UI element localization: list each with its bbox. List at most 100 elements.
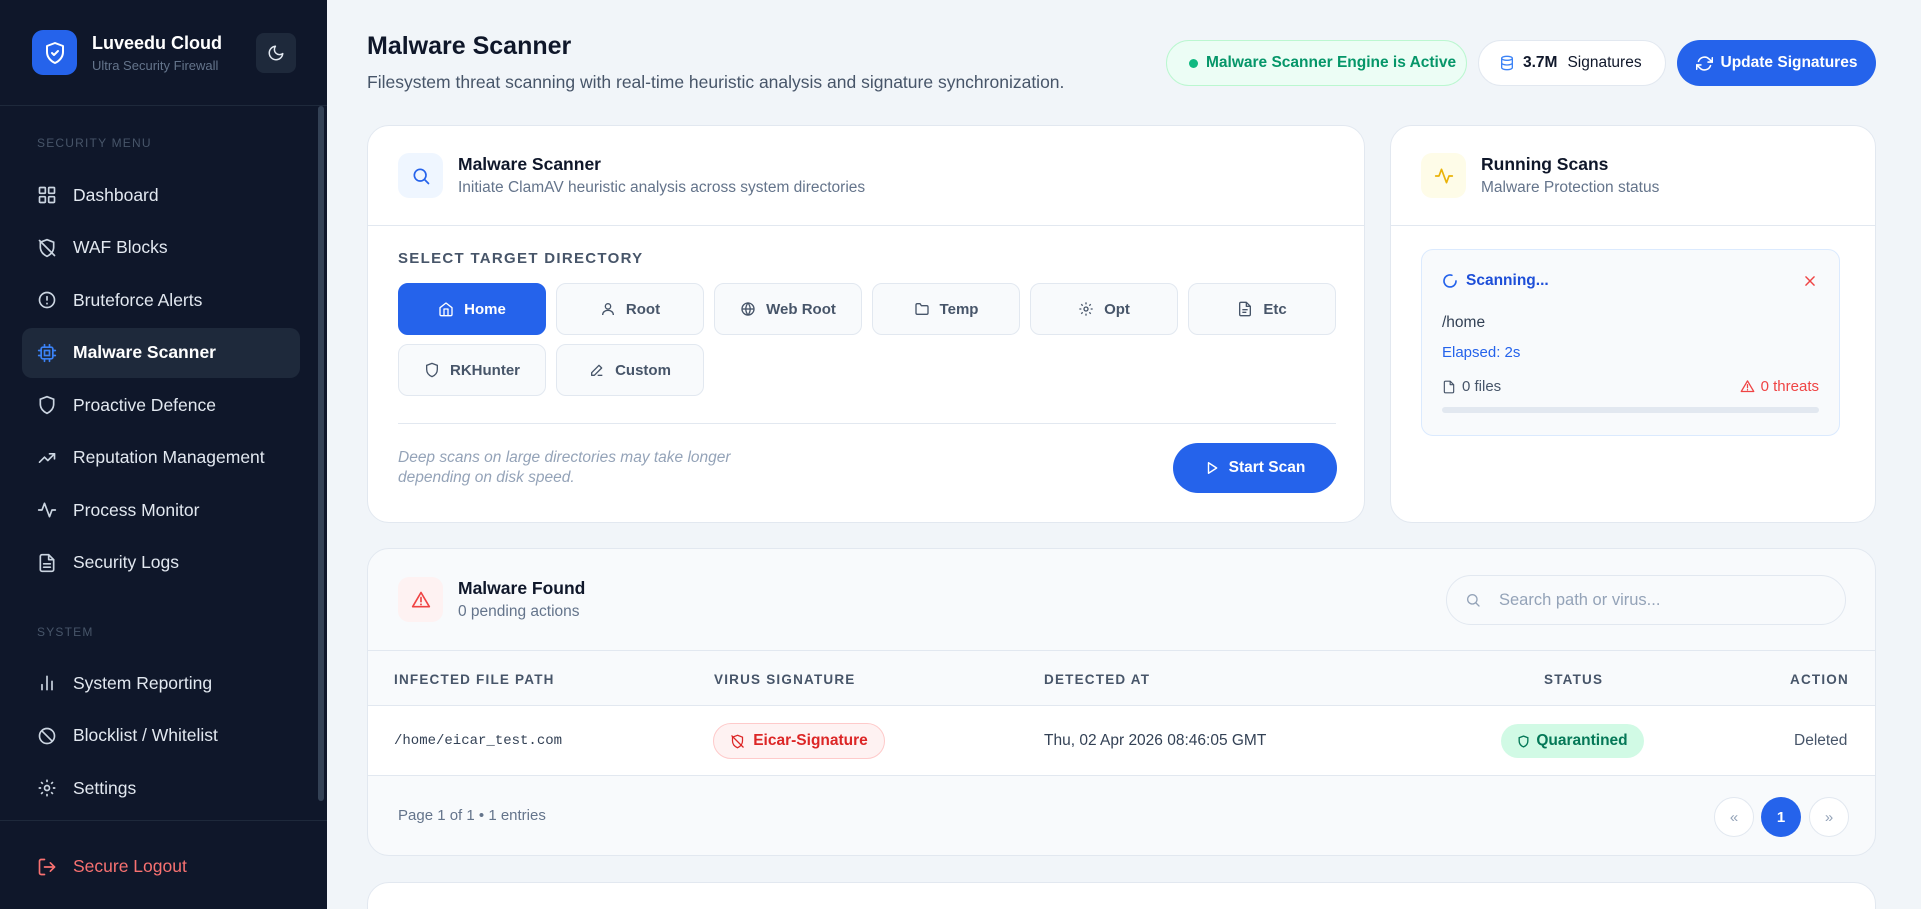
column-header-status: STATUS xyxy=(1544,672,1604,687)
folder-icon xyxy=(914,303,929,315)
sidebar-item-proactive-defence[interactable]: Proactive Defence xyxy=(22,380,300,430)
sidebar-item-process-monitor[interactable]: Process Monitor xyxy=(22,485,300,535)
cpu-icon xyxy=(37,343,57,363)
sidebar-item-system-reporting[interactable]: System Reporting xyxy=(22,658,300,708)
sidebar-item-settings[interactable]: Settings xyxy=(22,763,300,813)
detected-at: Thu, 02 Apr 2026 08:46:05 GMT xyxy=(1044,732,1267,749)
status-badge: Quarantined xyxy=(1501,724,1644,758)
dir-button-label: Root xyxy=(625,300,661,318)
dir-button-label: Opt xyxy=(1104,300,1130,318)
virus-signature-text: Eicar-Signature xyxy=(753,732,868,749)
running-scans-title: Running Scans xyxy=(1481,154,1609,174)
table-header: INFECTED FILE PATH VIRUS SIGNATURE DETEC… xyxy=(368,651,1875,706)
sidebar-item-malware-scanner[interactable]: Malware Scanner xyxy=(22,327,300,378)
engine-status-text: Malware Scanner Engine is Active xyxy=(1206,54,1457,71)
scan-status: Scanning... xyxy=(1442,272,1549,290)
logout-label: Secure Logout xyxy=(73,856,187,876)
brand: Luveedu Cloud Ultra Security Firewall xyxy=(0,0,327,106)
signatures-badge: 3.7M Signatures xyxy=(1478,40,1666,86)
scan-files-count: 0 files xyxy=(1462,378,1502,395)
page-next-button[interactable]: » xyxy=(1809,797,1849,837)
column-header-signature: VIRUS SIGNATURE xyxy=(714,672,856,687)
ban-icon xyxy=(37,726,57,746)
sidebar-item-label: Settings xyxy=(73,777,137,798)
sidebar-item-bruteforce-alerts[interactable]: Bruteforce Alerts xyxy=(22,275,300,325)
brand-name: Luveedu Cloud xyxy=(92,32,222,53)
scan-threats: 0 threats xyxy=(1740,378,1819,395)
theme-toggle-button[interactable] xyxy=(256,33,296,73)
close-icon xyxy=(1805,276,1815,286)
bar-chart-icon xyxy=(37,673,57,693)
engine-status-badge: Malware Scanner Engine is Active xyxy=(1166,40,1467,86)
update-signatures-button[interactable]: Update Signatures xyxy=(1677,40,1876,86)
logout-button[interactable]: Secure Logout xyxy=(37,856,187,877)
page-title: Malware Scanner xyxy=(367,32,572,60)
sidebar-scrollbar[interactable] xyxy=(318,106,324,801)
dir-button-label: Temp xyxy=(939,300,979,318)
file-icon xyxy=(1239,301,1252,317)
scan-files: 0 files xyxy=(1442,378,1501,395)
shield-icon xyxy=(37,395,57,415)
dir-button-label: RKHunter xyxy=(450,361,520,379)
infected-file-path: /home/eicar_test.com xyxy=(394,733,563,749)
cancel-scan-button[interactable] xyxy=(1803,274,1817,288)
scanner-card-header: Malware Scanner Initiate ClamAV heuristi… xyxy=(368,126,1364,226)
malware-found-header: Malware Found 0 pending actions xyxy=(368,549,1875,651)
dir-button-temp[interactable]: Temp xyxy=(872,283,1020,335)
sidebar-footer: Secure Logout xyxy=(0,820,327,909)
sidebar-item-label: System Reporting xyxy=(73,672,213,693)
dir-button-rkhunter[interactable]: RKHunter xyxy=(398,344,546,396)
sidebar-item-label: Security Logs xyxy=(73,552,180,572)
column-header-action: ACTION xyxy=(1790,672,1849,687)
pencil-icon xyxy=(591,364,603,376)
file-text-icon xyxy=(37,553,57,573)
warning-icon xyxy=(1740,380,1754,393)
alert-circle-icon xyxy=(37,290,57,310)
activity-icon xyxy=(1421,153,1466,198)
pagination-info: Page 1 of 1 • 1 entries xyxy=(398,807,546,824)
system-menu: System Reporting Blocklist / Whitelist S… xyxy=(22,658,300,816)
sidebar-item-security-logs[interactable]: Security Logs xyxy=(22,538,300,588)
search-input[interactable] xyxy=(1499,590,1839,610)
page-1-button[interactable]: 1 xyxy=(1761,797,1801,837)
sidebar-item-blocklist-whitelist[interactable]: Blocklist / Whitelist xyxy=(22,711,300,761)
signatures-count: 3.7M xyxy=(1523,54,1558,71)
sidebar-item-dashboard[interactable]: Dashboard xyxy=(22,170,300,220)
play-icon xyxy=(1207,462,1218,474)
sidebar-item-waf-blocks[interactable]: WAF Blocks xyxy=(22,223,300,273)
gear-icon xyxy=(37,778,57,798)
sidebar-item-reputation-management[interactable]: Reputation Management xyxy=(22,433,300,483)
running-scans-card: Running Scans Malware Protection status … xyxy=(1390,125,1876,523)
running-scans-subtitle: Malware Protection status xyxy=(1481,179,1660,196)
sidebar-item-label: Dashboard xyxy=(73,184,159,205)
shield-off-icon xyxy=(731,734,744,748)
column-header-detected: DETECTED AT xyxy=(1044,672,1151,687)
dir-button-web-root[interactable]: Web Root xyxy=(714,283,862,335)
brand-subtitle: Ultra Security Firewall xyxy=(92,57,219,73)
status-dot xyxy=(1189,58,1198,68)
scan-status-text: Scanning... xyxy=(1466,272,1549,289)
dir-button-home[interactable]: Home xyxy=(398,283,546,335)
scanner-card: Malware Scanner Initiate ClamAV heuristi… xyxy=(367,125,1365,523)
scan-progress-bar xyxy=(1442,407,1819,413)
dir-button-etc[interactable]: Etc xyxy=(1188,283,1336,335)
scan-threats-count: 0 threats xyxy=(1760,378,1819,395)
divider xyxy=(398,423,1336,424)
running-scans-header: Running Scans Malware Protection status xyxy=(1391,126,1875,226)
security-menu-label: SECURITY MENU xyxy=(37,136,152,150)
dir-button-label: Custom xyxy=(615,361,671,379)
malware-found-subtitle: 0 pending actions xyxy=(458,603,580,620)
dir-button-custom[interactable]: Custom xyxy=(556,344,704,396)
dir-button-root[interactable]: Root xyxy=(556,283,704,335)
dir-button-opt[interactable]: Opt xyxy=(1030,283,1178,335)
dir-button-label: Home xyxy=(464,300,506,318)
shield-check-icon xyxy=(32,30,77,75)
moon-icon xyxy=(268,45,284,61)
sidebar-item-label: Bruteforce Alerts xyxy=(73,289,203,310)
page-subtitle: Filesystem threat scanning with real-tim… xyxy=(367,72,1065,92)
system-menu-label: SYSTEM xyxy=(37,625,94,639)
sidebar-item-label: WAF Blocks xyxy=(73,237,168,257)
malware-found-card: Malware Found 0 pending actions INFECTED… xyxy=(367,548,1876,856)
start-scan-button[interactable]: Start Scan xyxy=(1173,443,1337,493)
page-prev-button[interactable]: « xyxy=(1714,797,1754,837)
